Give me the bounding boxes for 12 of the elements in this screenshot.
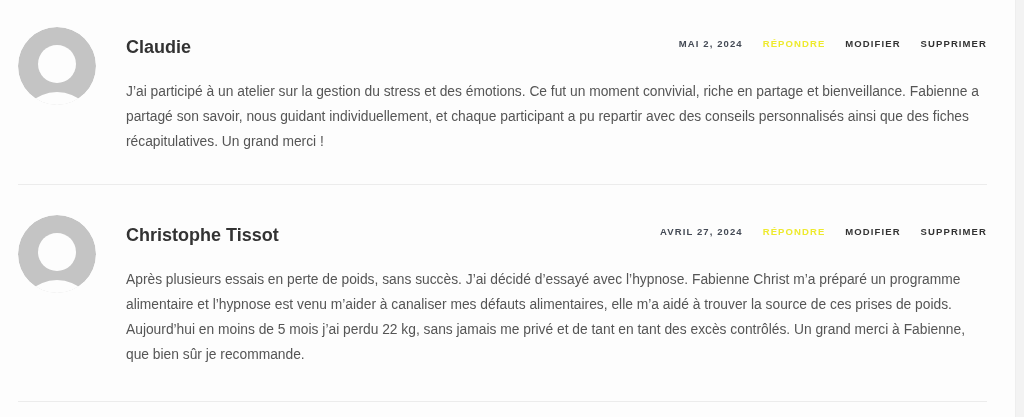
avatar-icon	[18, 215, 96, 293]
avatar-icon	[18, 27, 96, 105]
comment-date: AVRIL 27, 2024	[660, 225, 743, 237]
author-name: Claudie	[126, 36, 191, 58]
edit-link[interactable]: MODIFIER	[845, 37, 901, 49]
author-name: Christophe Tissot	[126, 224, 279, 246]
delete-link[interactable]: SUPPRIMER	[920, 37, 987, 49]
comment-date: MAI 2, 2024	[678, 37, 743, 49]
comment-text: Après plusieurs essais en perte de poids, sans succès. J’ai décidé d’essayé avec l’hypnose. Fabienne Christ m’a préparé un programme alimentaire et l’hypnose est venu m’aider à canaliser mes défauts alimentaires, elle m’a aidé à trouver la source de ces prises de poids. Aujourd’hui en moins de 5 mois j’ai perdu 22 kg, sans jamais me privé et de tant en tant des excès contrôlés. Un grand merci à Fabienne, que bien sûr je recommande.	[126, 271, 966, 364]
edit-link[interactable]: MODIFIER	[845, 225, 901, 237]
comment-text: J’ai participé à un atelier sur la gestion du stress et des émotions. Ce fut un moment convivial, riche en partage et bienveillance. Fabienne a partagé son savoir, nous guidant individuellement, et chaque participant a pu repartir avec des conseils personnalisés ainsi que des fiches récapitulatives. Un grand merci !	[126, 83, 980, 151]
delete-link[interactable]: SUPPRIMER	[920, 225, 987, 237]
